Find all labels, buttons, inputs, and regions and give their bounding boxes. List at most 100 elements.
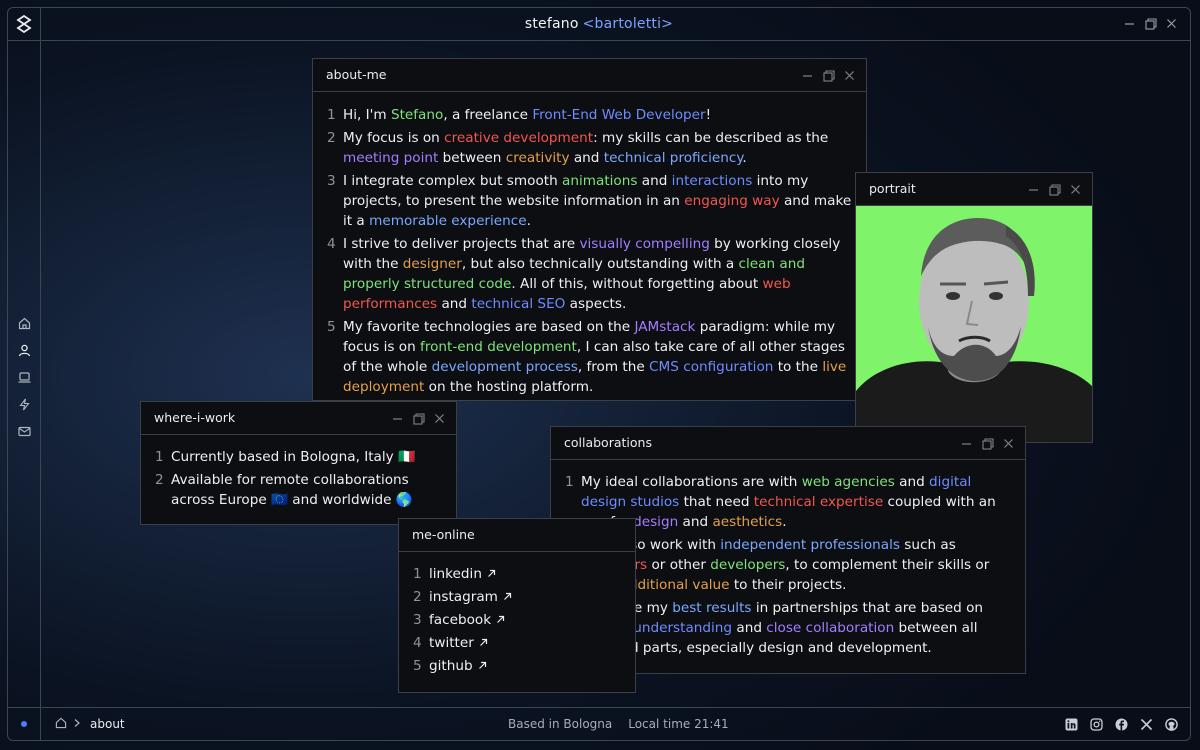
link-label[interactable]: linkedin: [429, 564, 621, 584]
highlight-term: developers: [710, 557, 786, 573]
plain-text: , but also technically outstanding with …: [461, 256, 739, 272]
minimize-icon[interactable]: [1123, 17, 1136, 30]
close-icon[interactable]: [1069, 183, 1082, 196]
local-time: Local time 21:41: [628, 717, 729, 731]
plain-text: and: [678, 514, 713, 530]
home-crumb-icon[interactable]: [55, 717, 67, 732]
restore-icon[interactable]: [822, 69, 835, 82]
status-info: Based in Bologna Local time 21:41: [508, 708, 729, 740]
bolt-icon[interactable]: [17, 397, 31, 411]
plain-text: My focus is on: [343, 130, 445, 146]
window-controls: [1123, 17, 1178, 30]
window-header[interactable]: collaborations: [551, 427, 1025, 460]
window-portrait[interactable]: portrait: [855, 172, 1093, 443]
line-number: 1: [413, 566, 422, 582]
link-label[interactable]: instagram: [429, 587, 621, 607]
line-text: I integrate complex but smooth animation…: [343, 171, 852, 231]
mail-icon[interactable]: [17, 424, 31, 438]
plain-text: .: [526, 213, 531, 229]
x-twitter-icon[interactable]: [1140, 718, 1153, 731]
line-text: My favorite technologies are based on th…: [343, 317, 852, 397]
minimize-icon[interactable]: [391, 412, 404, 425]
link-twitter[interactable]: 4 twitter: [413, 633, 621, 653]
plain-text: !: [705, 107, 712, 123]
breadcrumb: about: [55, 708, 125, 740]
line-number: 2: [155, 472, 164, 488]
plain-text: My ideal collaborations are with: [581, 474, 802, 490]
text-line: 4 I strive to deliver projects that are v…: [327, 234, 852, 314]
laptop-icon[interactable]: [17, 370, 31, 384]
link-label[interactable]: twitter: [429, 633, 621, 653]
plain-text: to the: [773, 359, 823, 375]
close-icon[interactable]: [433, 412, 446, 425]
user-icon[interactable]: [17, 343, 31, 357]
link-label[interactable]: facebook: [429, 610, 621, 630]
link-text[interactable]: facebook: [429, 610, 491, 630]
line-text: Hi, I'm Stefano, a freelance Front-End W…: [343, 105, 852, 125]
close-icon[interactable]: [843, 69, 856, 82]
link-text[interactable]: linkedin: [429, 564, 482, 584]
plain-text: and: [569, 150, 604, 166]
highlight-term: visually compelling: [579, 236, 710, 252]
plain-text: : my skills can be described as the: [593, 130, 829, 146]
line-text: My ideal collaborations are with web age…: [581, 472, 1011, 532]
linkedin-icon[interactable]: [1065, 718, 1078, 731]
site-title-first: stefano: [524, 16, 579, 32]
plain-text: between: [438, 150, 506, 166]
restore-icon[interactable]: [981, 437, 994, 450]
window-me-online[interactable]: me-online 1 linkedin 2 instagram 3 facebook 4 t…: [398, 518, 636, 693]
link-linkedin[interactable]: 1 linkedin: [413, 564, 621, 584]
window-where-i-work[interactable]: where-i-work 1 Currently based in Bologna…: [140, 401, 457, 525]
plain-text: , a freelance: [443, 107, 533, 123]
window-title: portrait: [869, 181, 916, 196]
window-body: 1 Currently based in Bologna, Italy 🇮🇹 2 Av…: [141, 435, 456, 523]
window-title: about-me: [326, 67, 387, 82]
close-icon[interactable]: [1002, 437, 1015, 450]
link-facebook[interactable]: 3 facebook: [413, 610, 621, 630]
window-header[interactable]: about-me: [313, 59, 866, 92]
window-controls: [801, 69, 856, 82]
highlight-term: Stefano: [390, 107, 444, 123]
highlight-term: JAMstack: [634, 319, 696, 335]
restore-icon[interactable]: [1144, 17, 1157, 30]
line-number: 4: [413, 635, 422, 651]
line-text: Currently based in Bologna, Italy 🇮🇹: [171, 447, 442, 467]
site-title: stefano <bartoletti>: [8, 8, 1190, 40]
facebook-icon[interactable]: [1115, 718, 1128, 731]
minimize-icon[interactable]: [960, 437, 973, 450]
text-line: 5 My favorite technologies are based on t…: [327, 317, 852, 397]
link-github[interactable]: 5 github: [413, 656, 621, 676]
plain-text: I strive to deliver projects that are: [343, 236, 580, 252]
link-label[interactable]: github: [429, 656, 621, 676]
instagram-icon[interactable]: [1090, 717, 1103, 731]
link-text[interactable]: instagram: [429, 587, 498, 607]
link-instagram[interactable]: 2 instagram: [413, 587, 621, 607]
portrait-photo: [856, 206, 1092, 442]
highlight-term: development process: [431, 359, 578, 375]
minimize-icon[interactable]: [801, 69, 814, 82]
line-number: 2: [413, 589, 422, 605]
window-about-me[interactable]: about-me 1 Hi, I'm Stefano, a freelance F…: [312, 58, 867, 401]
plain-text: Currently based in Bologna, Italy 🇮🇹: [171, 449, 415, 465]
plain-text: and: [637, 173, 672, 189]
close-icon[interactable]: [1165, 17, 1178, 30]
window-header[interactable]: portrait: [856, 173, 1092, 206]
plain-text: Available for remote collaborations acro…: [171, 472, 413, 508]
window-header[interactable]: where-i-work: [141, 402, 456, 435]
site-title-last: <bartoletti>: [582, 16, 674, 32]
minimize-icon[interactable]: [1027, 183, 1040, 196]
github-icon[interactable]: [1165, 717, 1178, 731]
line-number: 3: [413, 612, 422, 628]
link-text[interactable]: github: [429, 656, 473, 676]
home-icon[interactable]: [17, 316, 31, 330]
text-line: 1 Currently based in Bologna, Italy 🇮🇹: [155, 447, 442, 467]
highlight-term: designer: [402, 256, 462, 272]
link-text[interactable]: twitter: [429, 633, 474, 653]
window-title: me-online: [412, 527, 475, 542]
highlight-term: technical proficiency: [603, 150, 743, 166]
window-header[interactable]: me-online: [399, 519, 635, 552]
restore-icon[interactable]: [412, 412, 425, 425]
highlight-term: Front-End Web Developer: [532, 107, 706, 123]
restore-icon[interactable]: [1048, 183, 1061, 196]
plain-text: such as: [899, 537, 956, 553]
